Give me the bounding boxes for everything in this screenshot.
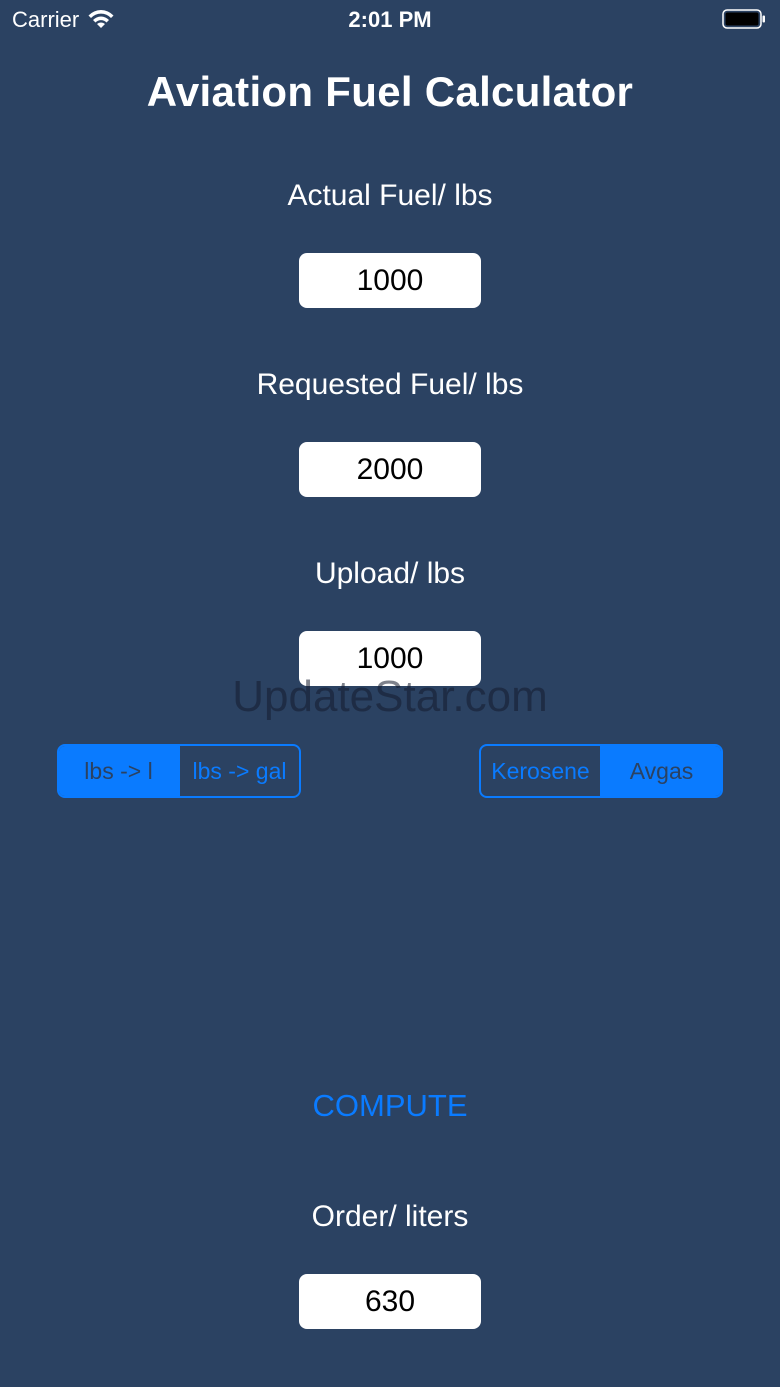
upload-label: Upload/ lbs [314,557,466,590]
unit-conversion-segmented-control[interactable]: lbs -> l lbs -> gal [57,744,301,798]
segment-lbs-to-gallons[interactable]: lbs -> gal [178,746,299,796]
status-bar: Carrier 2:01 PM [0,0,780,40]
battery-icon [722,9,766,29]
order-output[interactable] [299,1274,481,1329]
segment-avgas[interactable]: Avgas [600,746,721,796]
upload-input[interactable] [299,631,481,686]
requested-fuel-label: Requested Fuel/ lbs [256,368,524,401]
requested-fuel-input[interactable] [299,442,481,497]
segment-lbs-to-liters[interactable]: lbs -> l [59,746,178,796]
actual-fuel-label: Actual Fuel/ lbs [287,179,493,212]
status-time: 2:01 PM [348,7,432,32]
compute-button[interactable]: COMPUTE [0,1088,780,1124]
page-title: Aviation Fuel Calculator [146,68,634,115]
order-label: Order/ liters [311,1200,469,1233]
actual-fuel-input[interactable] [299,253,481,308]
segment-kerosene[interactable]: Kerosene [481,746,600,796]
fuel-type-segmented-control[interactable]: Kerosene Avgas [479,744,723,798]
